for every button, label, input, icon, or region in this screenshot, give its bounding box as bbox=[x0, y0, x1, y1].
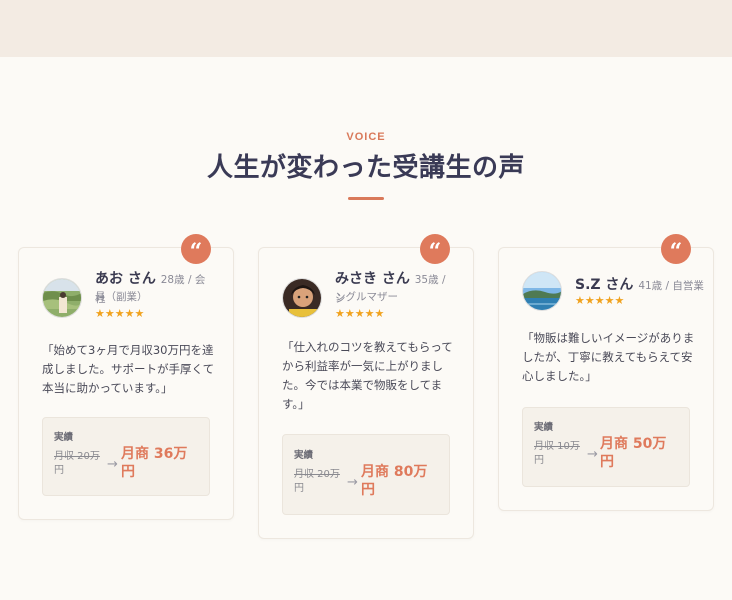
avatar bbox=[282, 278, 322, 318]
star-rating: ★★★★★ bbox=[335, 307, 385, 320]
top-band bbox=[0, 0, 732, 57]
result-label: 実績 bbox=[534, 422, 554, 433]
after-value: 月商 36万 円 bbox=[121, 446, 188, 480]
meta-text: 41歳 / 自営業 bbox=[638, 280, 704, 292]
arrow-icon: → bbox=[107, 457, 118, 472]
star-rating: ★★★★★ bbox=[95, 307, 145, 320]
result-label: 実績 bbox=[54, 432, 74, 443]
title-divider bbox=[348, 197, 384, 200]
after-value: 月商 80万 円 bbox=[361, 464, 428, 498]
before-value: 月収 20万 円 bbox=[294, 469, 340, 494]
testimonial-name: S.Z さん 41歳 / 自営業 bbox=[575, 276, 705, 295]
arrow-icon: → bbox=[587, 447, 598, 462]
star-rating: ★★★★★ bbox=[575, 294, 625, 307]
name-text: S.Z さん bbox=[575, 277, 634, 293]
before-value: 月収 20万 円 bbox=[54, 451, 100, 476]
avatar bbox=[522, 271, 562, 311]
testimonial-text: 「仕入れのコツを教えてもらって から利益率が一気に上がりまし た。今では本業で物… bbox=[282, 340, 453, 411]
before-value: 月収 10万 円 bbox=[534, 441, 580, 466]
meta-text-line2: ングルマザー bbox=[335, 291, 398, 303]
result-label: 実績 bbox=[294, 450, 314, 461]
quote-icon: “ bbox=[661, 234, 691, 265]
section-eyebrow: VOICE bbox=[346, 131, 386, 143]
name-text: みさき さん bbox=[335, 271, 410, 287]
arrow-icon: → bbox=[347, 475, 358, 490]
after-value: 月商 50万 円 bbox=[600, 436, 667, 470]
section-title: 人生が変わった受講生の声 bbox=[206, 153, 525, 183]
quote-icon: “ bbox=[181, 234, 211, 265]
name-text: あお さん bbox=[95, 271, 156, 287]
meta-text-line2: 員（副業） bbox=[95, 291, 148, 303]
testimonial-text: 「始めて3ヶ月で月収30万円を達 成しました。サポートが手厚くて 本当に助かって… bbox=[42, 343, 215, 395]
testimonial-text: 「物販は難しいイメージがありま したが、丁寧に教えてもらえて安 心しました。」 bbox=[522, 331, 695, 383]
quote-icon: “ bbox=[420, 234, 450, 265]
avatar bbox=[42, 278, 82, 318]
